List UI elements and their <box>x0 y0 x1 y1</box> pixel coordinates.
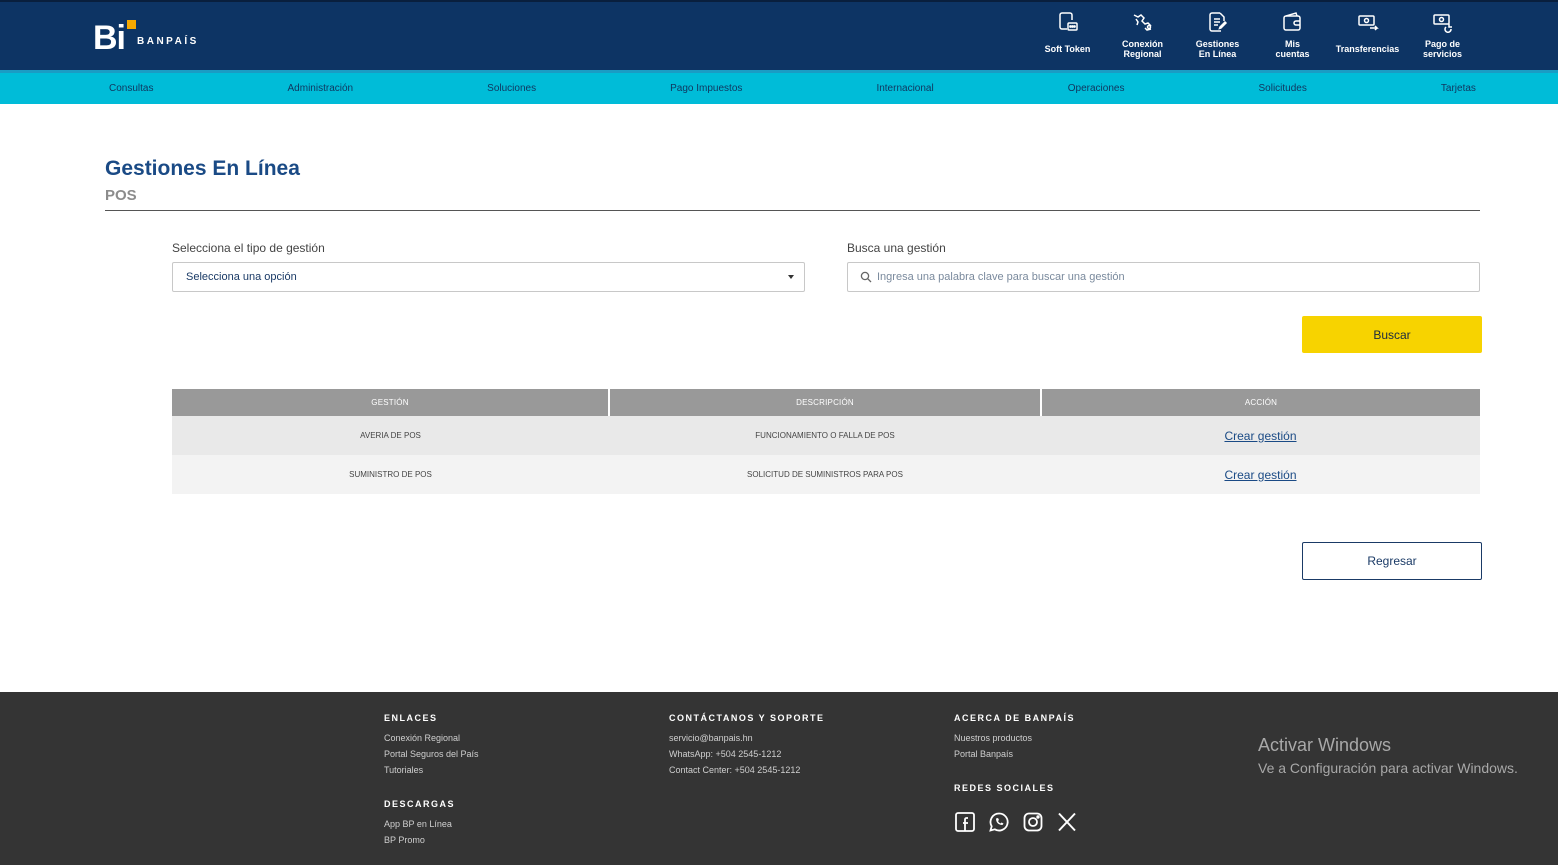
footer-heading-redes: REDES SOCIALES <box>954 783 1055 793</box>
create-gestion-link[interactable]: Crear gestión <box>1224 468 1296 482</box>
search-label: Busca una gestión <box>847 241 946 255</box>
cell-descripcion: Solicitud de suministros para POS <box>609 455 1041 494</box>
cell-gestion: Averia de POS <box>172 416 609 455</box>
quick-link-label: Conexión Regional <box>1121 39 1163 59</box>
footer-link-app-bp[interactable]: App BP en Línea <box>384 816 455 832</box>
footer-link-conexion-regional[interactable]: Conexión Regional <box>384 730 479 746</box>
banpais-logo[interactable]: Bi BANPAÍS <box>93 18 199 58</box>
footer-col-enlaces: ENLACES Conexión Regional Portal Seguros… <box>384 713 479 778</box>
footer-col-redes: REDES SOCIALES <box>954 783 1078 833</box>
quick-link-pago-servicios[interactable]: Pago de servicios <box>1405 8 1480 66</box>
quick-link-mis-cuentas[interactable]: Mis cuentas <box>1255 8 1330 66</box>
nav-item-consultas[interactable]: Consultas <box>109 83 153 94</box>
table-row: Averia de POS Funcionamiento o falla de … <box>172 416 1480 455</box>
footer-heading-enlaces: ENLACES <box>384 713 438 723</box>
cell-gestion: Suministro de POS <box>172 455 609 494</box>
footer-col-contacto: CONTÁCTANOS Y SOPORTE servicio@banpais.h… <box>669 713 825 778</box>
nav-item-internacional[interactable]: Internacional <box>876 83 933 94</box>
whatsapp-icon[interactable] <box>988 811 1010 833</box>
quick-link-label: Pago de servicios <box>1422 39 1463 59</box>
footer-link-whatsapp[interactable]: WhatsApp: +504 2545-1212 <box>669 746 825 762</box>
logo-accent-square <box>127 20 136 29</box>
footer-col-descargas: DESCARGAS App BP en Línea BP Promo <box>384 799 455 848</box>
create-gestion-link[interactable]: Crear gestión <box>1224 429 1296 443</box>
search-icon <box>860 271 872 283</box>
search-input[interactable] <box>877 264 1472 290</box>
table-row: Suministro de POS Solicitud de suministr… <box>172 455 1480 494</box>
x-icon[interactable] <box>1056 811 1078 833</box>
back-button[interactable]: Regresar <box>1302 542 1482 580</box>
quick-link-label: Soft Token <box>1044 44 1091 54</box>
footer-link-email[interactable]: servicio@banpais.hn <box>669 730 825 746</box>
type-select-label: Selecciona el tipo de gestión <box>172 241 325 255</box>
facebook-icon[interactable] <box>954 811 976 833</box>
gestiones-table: Gestión Descripción Acción Averia de POS… <box>172 389 1480 494</box>
footer: ENLACES Conexión Regional Portal Seguros… <box>0 692 1558 865</box>
nav-item-tarjetas[interactable]: Tarjetas <box>1441 83 1476 94</box>
transfer-icon <box>1357 15 1379 31</box>
footer-link-portal-seguros[interactable]: Portal Seguros del País <box>384 746 479 762</box>
type-select[interactable]: Selecciona una opción <box>172 262 805 292</box>
quick-link-soft-token[interactable]: Soft Token <box>1030 8 1105 66</box>
top-header: Bi BANPAÍS Soft Token Conexión Regional … <box>0 0 1558 70</box>
regional-connection-icon <box>1133 14 1152 31</box>
footer-link-productos[interactable]: Nuestros productos <box>954 730 1075 746</box>
nav-item-administracion[interactable]: Administración <box>288 83 354 94</box>
footer-heading-contacto: CONTÁCTANOS Y SOPORTE <box>669 713 825 723</box>
quick-link-gestiones-en-linea[interactable]: Gestiones En Línea <box>1180 8 1255 66</box>
footer-heading-acerca: ACERCA DE BANPAÍS <box>954 713 1076 723</box>
column-header-descripcion: Descripción <box>609 389 1042 416</box>
footer-link-portal-banpais[interactable]: Portal Banpaís <box>954 746 1075 762</box>
footer-col-acerca: ACERCA DE BANPAÍS Nuestros productos Por… <box>954 713 1075 762</box>
cell-accion: Crear gestión <box>1041 416 1480 455</box>
chevron-down-icon <box>788 275 794 279</box>
nav-item-pago-impuestos[interactable]: Pago Impuestos <box>670 83 742 94</box>
search-button[interactable]: Buscar <box>1302 316 1482 353</box>
quick-link-label: Gestiones En Línea <box>1195 39 1240 59</box>
main-nav: Consultas Administración Soluciones Pago… <box>0 70 1558 104</box>
quick-link-transferencias[interactable]: Transferencias <box>1330 8 1405 66</box>
windows-activation-subtitle: Ve a Configuración para activar Windows. <box>1258 760 1518 776</box>
quick-links: Soft Token Conexión Regional Gestiones E… <box>1030 8 1480 66</box>
windows-activation-title: Activar Windows <box>1258 735 1392 755</box>
table-header-row: Gestión Descripción Acción <box>172 389 1480 416</box>
type-select-value: Selecciona una opción <box>186 271 297 283</box>
quick-link-label: Mis cuentas <box>1275 39 1310 59</box>
cell-accion: Crear gestión <box>1041 455 1480 494</box>
logo-mark: Bi <box>93 19 126 57</box>
column-header-accion: Acción <box>1041 389 1480 416</box>
nav-item-solicitudes[interactable]: Solicitudes <box>1259 83 1307 94</box>
nav-item-soluciones[interactable]: Soluciones <box>487 83 536 94</box>
instagram-icon[interactable] <box>1022 811 1044 833</box>
footer-heading-descargas: DESCARGAS <box>384 799 456 809</box>
footer-link-contact-center[interactable]: Contact Center: +504 2545-1212 <box>669 762 825 778</box>
cell-descripcion: Funcionamiento o falla de POS <box>609 416 1041 455</box>
footer-link-tutoriales[interactable]: Tutoriales <box>384 762 479 778</box>
wallet-icon <box>1282 12 1301 31</box>
windows-activation-watermark: Activar Windows Ve a Configuración para … <box>1258 735 1518 776</box>
footer-link-bp-promo[interactable]: BP Promo <box>384 832 455 848</box>
column-header-gestion: Gestión <box>172 389 610 416</box>
social-icons <box>954 811 1078 833</box>
soft-token-icon <box>1058 12 1078 31</box>
search-field <box>847 262 1480 292</box>
app-root: Bi BANPAÍS Soft Token Conexión Regional … <box>0 0 1558 865</box>
quick-link-label: Transferencias <box>1335 44 1400 54</box>
page-title: Gestiones En Línea <box>105 157 300 180</box>
quick-link-conexion-regional[interactable]: Conexión Regional <box>1105 8 1180 66</box>
document-edit-icon <box>1208 12 1227 32</box>
title-divider <box>105 210 1480 211</box>
nav-item-operaciones[interactable]: Operaciones <box>1068 83 1125 94</box>
service-payment-icon <box>1432 14 1452 33</box>
logo-text: BANPAÍS <box>137 35 199 47</box>
page-subtitle: POS <box>105 187 137 204</box>
